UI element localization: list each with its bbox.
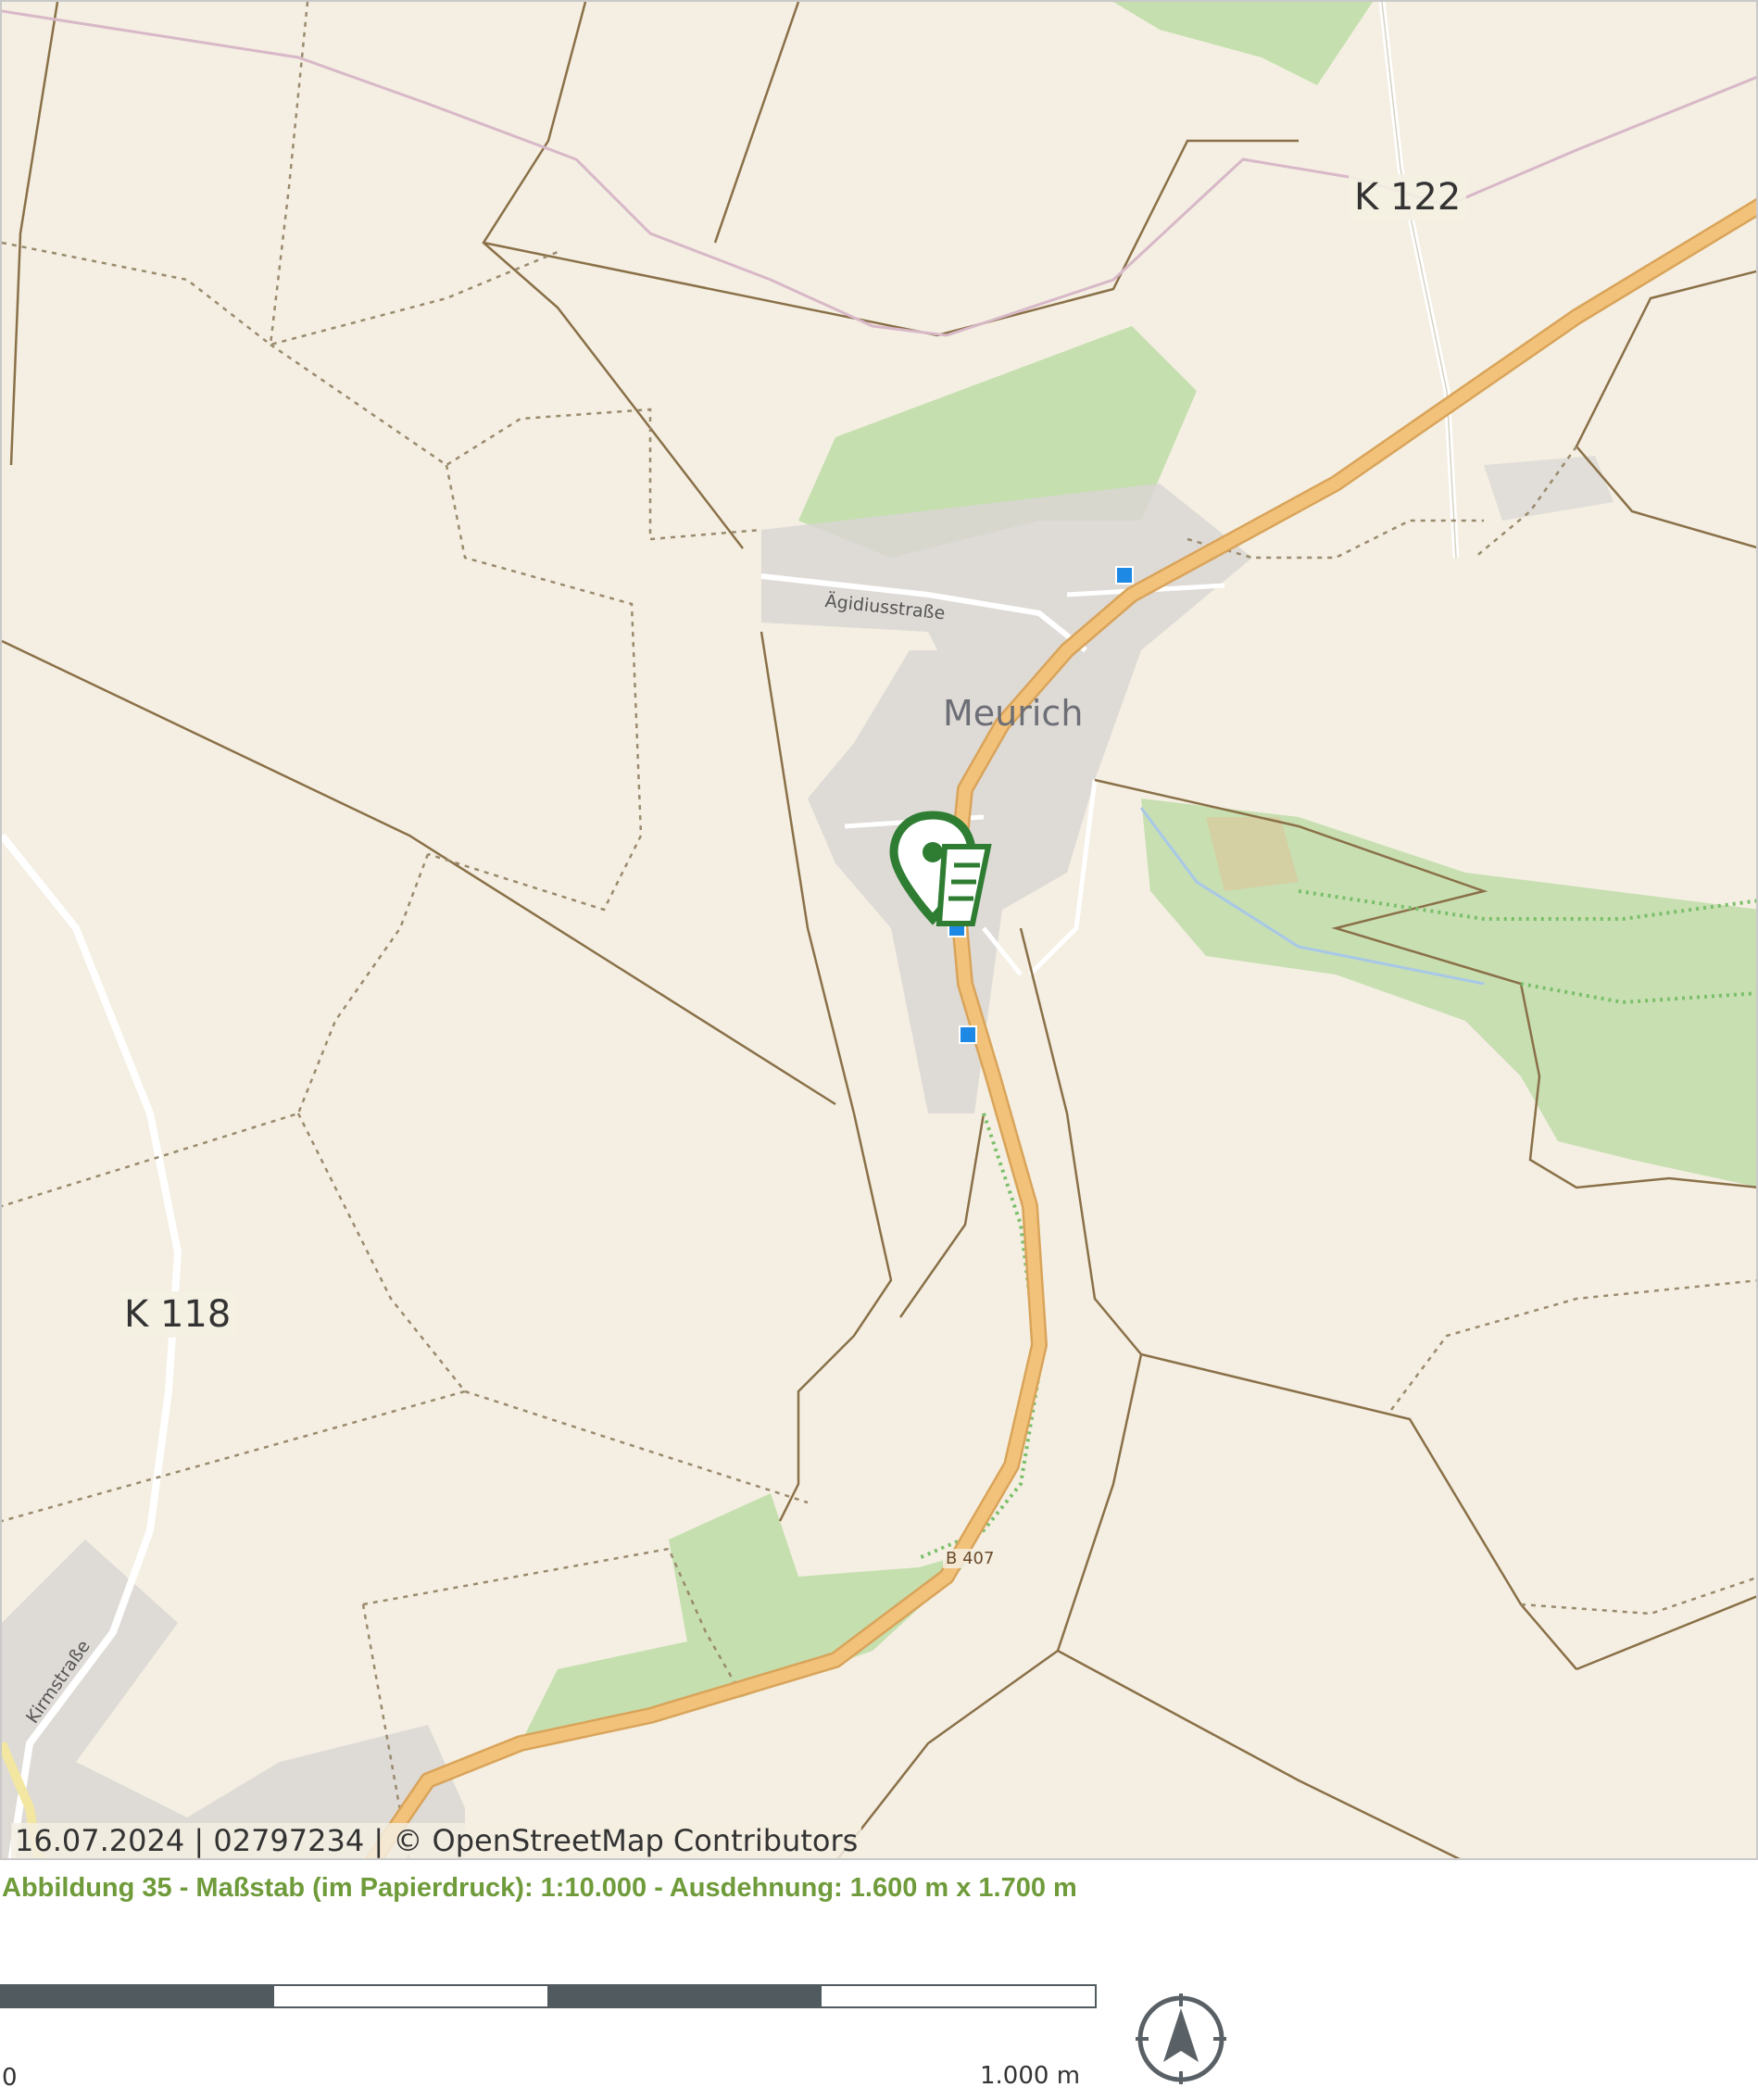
scale-start-label: 0 (2, 2064, 18, 2092)
scale-segment (0, 1984, 274, 2008)
label-meurich: Meurich (943, 693, 1084, 734)
figure-caption: Abbildung 35 - Maßstab (im Papierdruck):… (2, 1873, 1077, 1903)
bus-stop-south (959, 1025, 977, 1044)
map-attribution: 16.07.2024 | 02797234 | © OpenStreetMap … (11, 1823, 862, 1858)
scale-bar (0, 1984, 1097, 2008)
scale-segment (547, 1984, 822, 2008)
label-b407: B 407 (943, 1549, 998, 1568)
scale-end-label: 1.000 m (980, 2062, 1081, 2090)
scale-segment (821, 1984, 1097, 2008)
label-k122: K 122 (1349, 174, 1467, 220)
label-k118: K 118 (119, 1291, 237, 1338)
map-canvas[interactable] (2, 2, 1758, 1860)
map-sheet: K 122 K 118 Meurich Ägidiusstraße Kirmst… (0, 0, 1758, 2100)
bus-stop-north (1115, 566, 1134, 585)
map-view[interactable]: K 122 K 118 Meurich Ägidiusstraße Kirmst… (0, 0, 1758, 1860)
north-arrow-icon (1136, 1993, 1226, 2084)
scale-segment (273, 1984, 547, 2008)
